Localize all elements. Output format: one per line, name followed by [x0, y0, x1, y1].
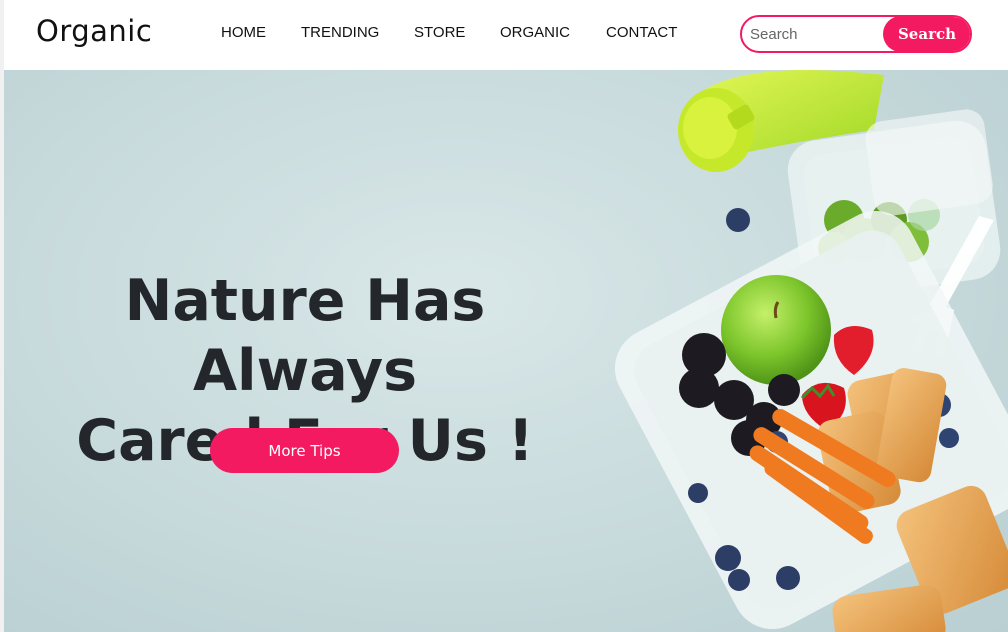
- search-form: Search: [740, 15, 972, 53]
- more-tips-button[interactable]: More Tips: [210, 428, 399, 473]
- nav-item-organic[interactable]: ORGANIC: [500, 24, 570, 41]
- site-header: Organic HOME TRENDING STORE ORGANIC CONT…: [0, 0, 1008, 632]
- site-logo[interactable]: Organic: [36, 14, 152, 48]
- nav-item-home[interactable]: HOME: [221, 24, 266, 41]
- nav-item-contact[interactable]: CONTACT: [606, 24, 677, 41]
- search-button[interactable]: Search: [883, 17, 970, 51]
- search-input[interactable]: [742, 17, 896, 51]
- hero-title-line-1: Nature Has Always: [124, 268, 486, 404]
- hero-section: Nature Has Always Cared For Us ! More Ti…: [4, 70, 1008, 632]
- nav-item-trending[interactable]: TRENDING: [301, 24, 379, 41]
- nav-item-store[interactable]: STORE: [414, 24, 465, 41]
